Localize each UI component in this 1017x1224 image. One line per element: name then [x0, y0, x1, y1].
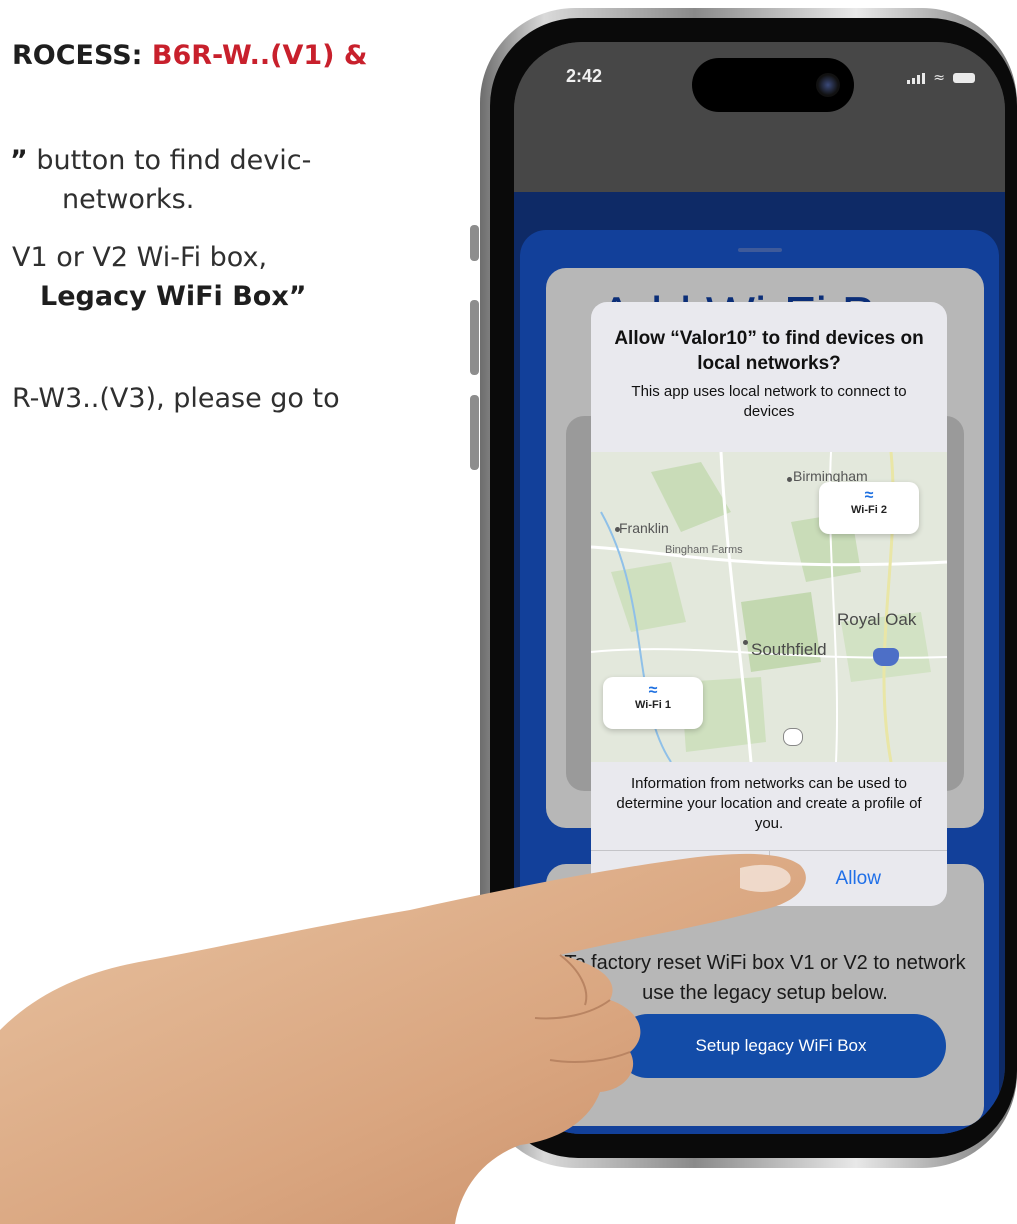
allow-button[interactable]: Allow — [770, 851, 948, 906]
setup-legacy-button[interactable]: Setup legacy WiFi Box — [616, 1014, 946, 1078]
sheet-grabber[interactable] — [737, 248, 782, 252]
instruction-text: ROCESS: B6R-W..(V1) & ” button to find d… — [0, 0, 470, 480]
phone-bezel: 2:42 ≈ Add Wi-Fi Box To f — [490, 18, 1017, 1158]
interstate-shield-icon — [873, 648, 899, 666]
wifi-icon: ≈ — [864, 487, 874, 504]
step-3-line: R-W3..(V3), please go to — [12, 383, 340, 414]
local-network-permission-alert: Allow “Valor10” to find devices on local… — [591, 302, 947, 906]
step-1-quote: ” — [10, 145, 28, 176]
phone-frame: 2:42 ≈ Add Wi-Fi Box To f — [480, 8, 1017, 1168]
phone-volume-down — [470, 395, 479, 470]
wifi-icon: ≈ — [648, 682, 658, 699]
heading-text: ROCESS: — [12, 40, 152, 71]
wifi-1-label: Wi-Fi 1 — [635, 699, 671, 711]
signal-icon — [907, 72, 926, 84]
wifi-2-pin: ≈ Wi-Fi 2 — [819, 482, 919, 534]
step-1-text: button to find devic- — [27, 145, 312, 176]
map-label-bingham-farms: Bingham Farms — [665, 544, 743, 556]
camera-icon — [816, 73, 840, 97]
phone-action-button — [470, 225, 479, 261]
wifi-1-pin: ≈ Wi-Fi 1 — [603, 677, 703, 729]
alert-title: Allow “Valor10” to find devices on local… — [614, 328, 924, 374]
phone-screen: 2:42 ≈ Add Wi-Fi Box To f — [514, 42, 1005, 1134]
heading-model-highlight: B6R-W..(V1) & — [151, 40, 368, 71]
map-dot-birmingham — [787, 477, 792, 482]
step-2-bold: Legacy WiFi Box” — [40, 281, 307, 312]
alert-map: Birmingham Franklin Bingham Farms Royal … — [591, 452, 947, 762]
status-icons: ≈ — [907, 70, 975, 86]
step-1-line: ” button to find devic- — [10, 145, 311, 176]
alert-buttons: Don't Allow Allow — [591, 851, 947, 906]
status-bar: 2:42 ≈ — [514, 42, 1005, 192]
alert-message: This app uses local network to connect t… — [631, 383, 907, 420]
route-shield-icon — [783, 728, 803, 746]
map-label-royal-oak: Royal Oak — [837, 610, 917, 629]
dont-allow-button[interactable]: Don't Allow — [591, 851, 769, 906]
step-2-line: V1 or V2 Wi-Fi box, — [12, 242, 268, 273]
step-1-cont: networks. — [62, 184, 195, 215]
dynamic-island — [692, 58, 854, 112]
wifi-2-label: Wi-Fi 2 — [851, 504, 887, 516]
map-dot-southfield — [743, 640, 748, 645]
phone-volume-up — [470, 300, 479, 375]
status-time: 2:42 — [566, 66, 603, 86]
legacy-setup-text: To factory reset WiFi box V1 or V2 to ne… — [564, 952, 966, 1004]
map-label-franklin: Franklin — [619, 520, 669, 536]
battery-icon — [953, 73, 975, 83]
wifi-status-icon: ≈ — [933, 70, 945, 86]
process-heading: ROCESS: B6R-W..(V1) & — [12, 40, 367, 71]
alert-info-text: Information from networks can be used to… — [616, 775, 922, 832]
map-label-southfield: Southfield — [751, 640, 827, 659]
